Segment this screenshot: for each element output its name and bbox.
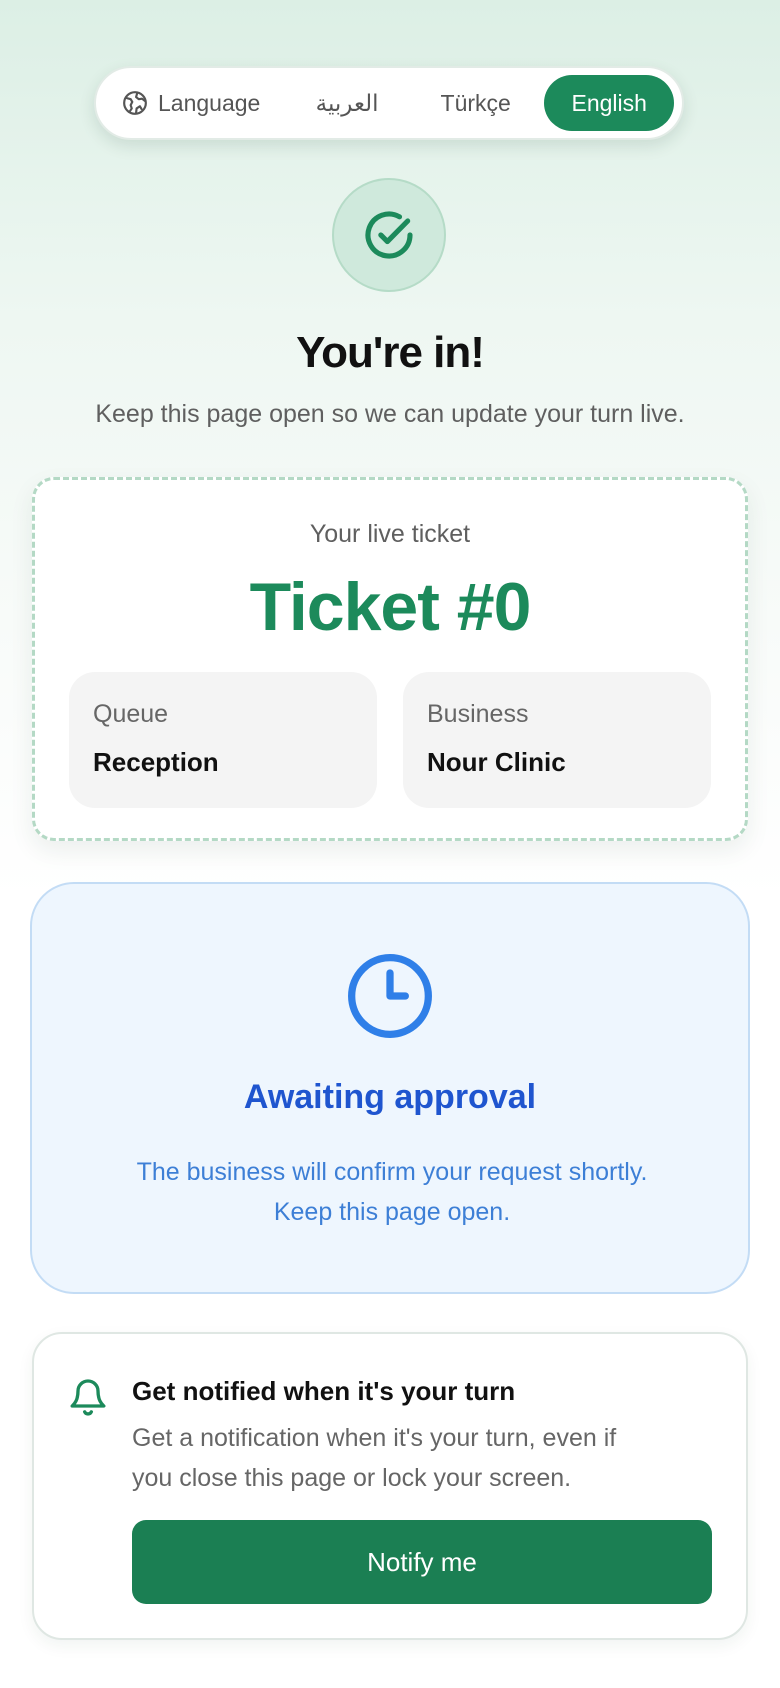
ticket-label: Your live ticket [309,520,471,548]
status-title: Awaiting approval [243,1078,537,1116]
status-message-line-2: Keep this page open. [273,1198,511,1226]
queue-value: Reception [93,747,219,777]
notify-me-button[interactable]: Notify me [132,1520,712,1604]
business-value: Nour Clinic [427,747,566,777]
status-message: The business will confirm your request s… [72,1152,712,1232]
status-card: Awaiting approval The business will conf… [30,882,750,1294]
notification-title: Get notified when it's your turn [132,1376,516,1406]
clock-icon [344,950,436,1042]
globe-icon [122,90,148,116]
notification-description-line-1: Get a notification when it's your turn, … [132,1424,617,1452]
business-info: Business Nour Clinic [403,672,711,808]
queue-info: Queue Reception [69,672,377,808]
status-message-line-1: The business will confirm your request s… [136,1158,648,1186]
page-subtitle: Keep this page open so we can update you… [95,400,685,428]
language-label-text: Language [158,89,261,116]
language-option-turkish[interactable]: Türkçe [407,75,544,131]
language-label: Language [122,90,277,117]
ticket-number: Ticket #0 [249,569,532,645]
page-title: You're in! [296,328,485,377]
notification-card: Get notified when it's your turn Get a n… [32,1332,748,1640]
language-switcher: Language العربية Türkçe English [94,66,684,140]
language-option-arabic[interactable]: العربية [287,75,407,131]
notification-description: Get a notification when it's your turn, … [132,1418,712,1498]
language-option-english[interactable]: English [544,75,675,131]
notification-description-line-2: you close this page or lock your screen. [132,1464,572,1492]
business-label: Business [427,700,529,728]
bell-icon [68,1374,108,1418]
ticket-card: Your live ticket Ticket #0 Queue Recepti… [32,477,748,841]
queue-label: Queue [93,700,169,728]
check-circle-icon [332,178,446,292]
